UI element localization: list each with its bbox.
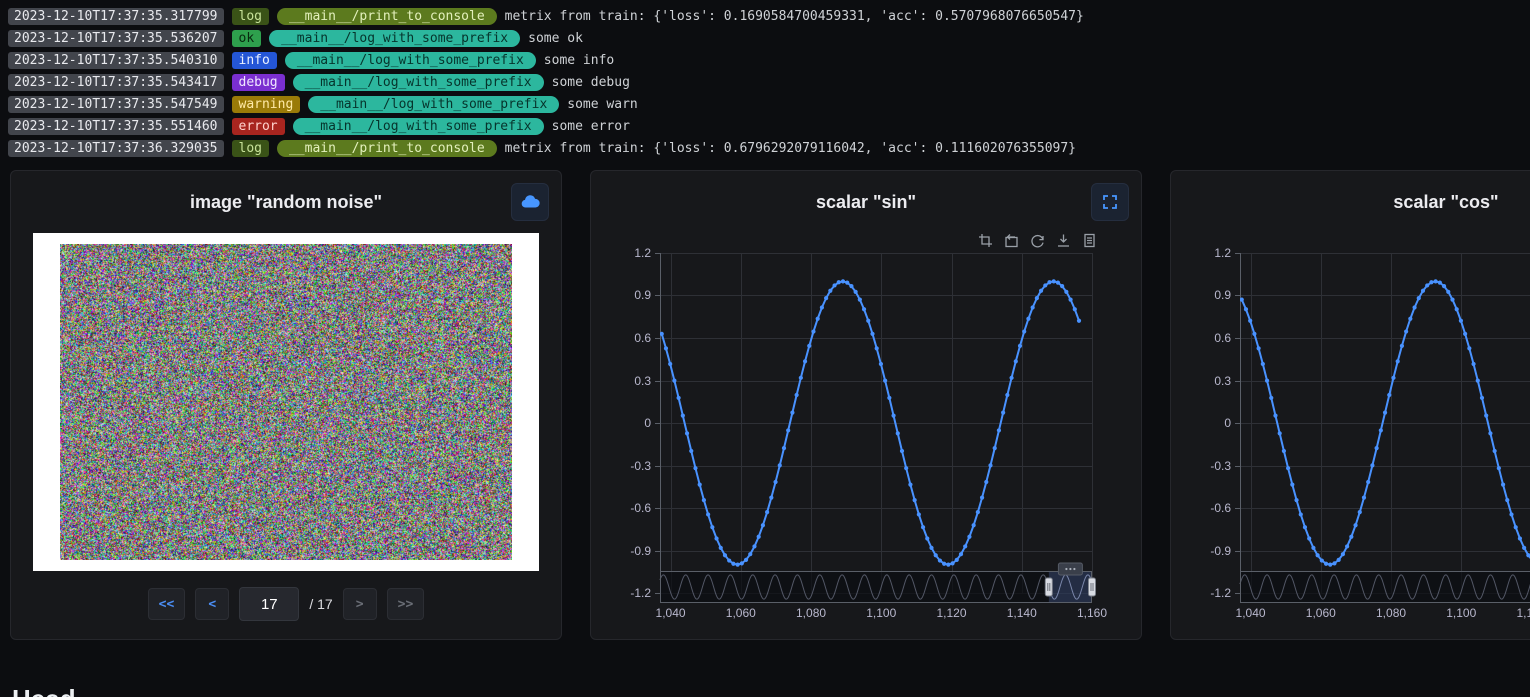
log-line: 2023-12-10T17:37:35.536207 ok __main__/l… xyxy=(8,28,1522,49)
cos-card: scalar "cos" xyxy=(1170,170,1530,640)
log-level-badge: log xyxy=(232,140,269,157)
log-timestamp: 2023-12-10T17:37:35.547549 xyxy=(8,96,224,113)
log-level-badge: debug xyxy=(232,74,285,91)
cos-chart-area xyxy=(1187,225,1530,625)
data-view-icon[interactable] xyxy=(1082,233,1097,248)
log-message: metrix from train: {'loss': 0.6796292079… xyxy=(505,141,1076,156)
cos-card-header: scalar "cos" xyxy=(1187,181,1530,223)
sin-chart-canvas[interactable] xyxy=(610,225,1122,625)
image-card-header: image "random noise" xyxy=(27,181,545,223)
sin-chart-area xyxy=(607,225,1125,625)
log-message: some info xyxy=(544,53,614,68)
log-line: 2023-12-10T17:37:35.317799 log __main__/… xyxy=(8,6,1522,27)
save-image-icon[interactable] xyxy=(1056,233,1071,248)
fullscreen-expand-icon xyxy=(1102,194,1118,210)
sin-card: scalar "sin" xyxy=(590,170,1142,640)
cloud-download-button[interactable] xyxy=(511,183,549,221)
log-source-badge: __main__/print_to_console xyxy=(277,8,497,25)
cloud-download-icon xyxy=(520,194,540,210)
log-source-badge: __main__/log_with_some_prefix xyxy=(308,96,559,113)
log-timestamp: 2023-12-10T17:37:35.317799 xyxy=(8,8,224,25)
log-line: 2023-12-10T17:37:35.551460 error __main_… xyxy=(8,116,1522,137)
noise-image xyxy=(60,244,512,560)
image-frame xyxy=(33,233,539,571)
log-level-badge: info xyxy=(232,52,277,69)
log-timestamp: 2023-12-10T17:37:35.536207 xyxy=(8,30,224,47)
zoom-reset-icon[interactable] xyxy=(1004,233,1019,248)
next-page-button[interactable]: > xyxy=(343,588,377,620)
sin-card-title: scalar "sin" xyxy=(816,192,916,213)
cos-card-title: scalar "cos" xyxy=(1393,192,1498,213)
log-line: 2023-12-10T17:37:35.543417 debug __main_… xyxy=(8,72,1522,93)
log-source-badge: __main__/print_to_console xyxy=(277,140,497,157)
image-card: image "random noise" << < / 17 > >> xyxy=(10,170,562,640)
log-level-badge: error xyxy=(232,118,285,135)
app-root: 2023-12-10T17:37:35.317799 log __main__/… xyxy=(0,0,1530,697)
image-card-title: image "random noise" xyxy=(190,192,382,213)
last-page-button[interactable]: >> xyxy=(387,588,425,620)
log-line: 2023-12-10T17:37:35.547549 warning __mai… xyxy=(8,94,1522,115)
datazoom-slider[interactable] xyxy=(661,571,1093,603)
log-source-badge: __main__/log_with_some_prefix xyxy=(269,30,520,47)
sin-card-header: scalar "sin" xyxy=(607,181,1125,223)
zoom-select-icon[interactable] xyxy=(978,233,993,248)
page-total-label: / 17 xyxy=(309,596,332,612)
chart-toolbox xyxy=(978,233,1097,248)
log-timestamp: 2023-12-10T17:37:35.551460 xyxy=(8,118,224,135)
log-timestamp: 2023-12-10T17:37:36.329035 xyxy=(8,140,224,157)
image-pagination: << < / 17 > >> xyxy=(27,587,545,621)
log-source-badge: __main__/log_with_some_prefix xyxy=(293,118,544,135)
datazoom-slider[interactable] xyxy=(1241,571,1530,603)
log-level-badge: log xyxy=(232,8,269,25)
log-level-badge: ok xyxy=(232,30,262,47)
log-line: 2023-12-10T17:37:35.540310 info __main__… xyxy=(8,50,1522,71)
log-timestamp: 2023-12-10T17:37:35.540310 xyxy=(8,52,224,69)
section-heading: Head xyxy=(12,684,1530,697)
log-message: some warn xyxy=(567,97,637,112)
log-message: some debug xyxy=(552,75,630,90)
first-page-button[interactable]: << xyxy=(148,588,186,620)
log-level-badge: warning xyxy=(232,96,301,113)
prev-page-button[interactable]: < xyxy=(195,588,229,620)
log-message: metrix from train: {'loss': 0.1690584700… xyxy=(505,9,1084,24)
log-message: some ok xyxy=(528,31,583,46)
log-message: some error xyxy=(552,119,630,134)
log-timestamp: 2023-12-10T17:37:35.543417 xyxy=(8,74,224,91)
log-line: 2023-12-10T17:37:36.329035 log __main__/… xyxy=(8,138,1522,159)
page-number-input[interactable] xyxy=(239,587,299,621)
cos-chart-canvas[interactable] xyxy=(1190,225,1530,625)
cards-row: image "random noise" << < / 17 > >> xyxy=(0,170,1530,640)
log-source-badge: __main__/log_with_some_prefix xyxy=(293,74,544,91)
log-source-badge: __main__/log_with_some_prefix xyxy=(285,52,536,69)
fullscreen-button[interactable] xyxy=(1091,183,1129,221)
restore-icon[interactable] xyxy=(1030,233,1045,248)
log-console: 2023-12-10T17:37:35.317799 log __main__/… xyxy=(0,0,1530,162)
